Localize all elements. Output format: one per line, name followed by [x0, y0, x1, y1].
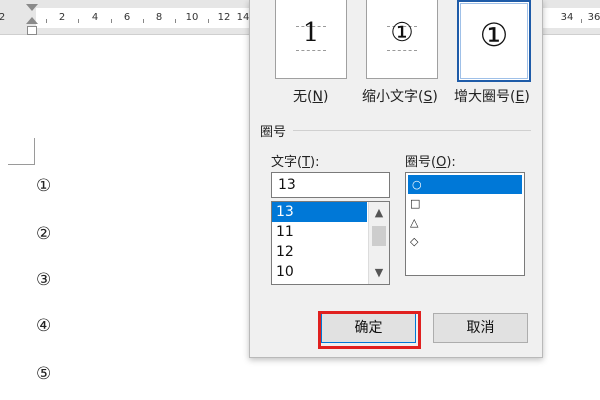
label-text: 缩小文字( — [362, 89, 424, 105]
style-shrink-label[interactable]: 缩小文字(S) — [362, 86, 438, 106]
label-text: 无( — [293, 89, 313, 105]
access-key: T — [302, 155, 311, 170]
cancel-button[interactable]: 取消 — [433, 313, 528, 343]
ruler-label: 6 — [123, 12, 131, 23]
ruler-tick — [208, 19, 209, 23]
ruler-label: 36 — [587, 12, 600, 23]
scrollbar-thumb[interactable] — [372, 226, 386, 246]
enclosure-field-label: 圈号(O): — [405, 151, 456, 170]
document-line[interactable]: ② — [36, 224, 51, 244]
section-divider — [293, 130, 531, 131]
style-shrink-preview: ① — [390, 18, 414, 48]
label-text: ) — [432, 89, 438, 105]
list-item[interactable]: 12 — [272, 242, 367, 262]
ruler-label: 8 — [155, 12, 163, 23]
text-field-label: 文字(T): — [271, 151, 319, 170]
ruler-label: 14 — [236, 12, 250, 23]
page-margin-corner — [8, 138, 35, 165]
enclosure-circle-option[interactable]: ○ — [408, 175, 522, 194]
label-text: 圈号( — [405, 155, 437, 170]
text-input[interactable]: 13 — [271, 172, 390, 198]
label-text: 增大圈号( — [454, 89, 516, 105]
ruler-tick — [175, 19, 176, 23]
document-line[interactable]: ⑤ — [36, 364, 51, 384]
style-enlarge-label[interactable]: 增大圈号(E) — [454, 86, 530, 106]
list-item[interactable]: 11 — [272, 222, 367, 242]
enclose-characters-dialog: 1 ① ① 无(N) 缩小文字(S) 增大圈号(E) 圈号 文字(T): 13 … — [249, 0, 543, 358]
section-title: 圈号 — [260, 125, 287, 140]
ruler-tick — [78, 19, 79, 23]
label-text: 文字( — [271, 155, 303, 170]
hanging-indent-handle[interactable] — [26, 17, 38, 24]
access-key: N — [312, 89, 323, 105]
ruler-tick — [143, 19, 144, 23]
ruler-label: 34 — [560, 12, 574, 23]
label-text: ): — [446, 155, 456, 170]
list-item[interactable]: 13 — [272, 202, 367, 222]
ruler-label: 2 — [0, 12, 6, 23]
tile-guide-line — [296, 50, 326, 51]
left-indent-handle[interactable] — [27, 26, 37, 35]
document-line[interactable]: ① — [36, 176, 51, 196]
text-options-list[interactable]: 13 11 12 10 ▲ ▼ — [271, 201, 390, 285]
access-key: E — [515, 89, 525, 105]
document-line[interactable]: ④ — [36, 316, 51, 336]
ruler-label: 4 — [91, 12, 99, 23]
style-none-preview: 1 — [302, 18, 320, 48]
access-key: O — [436, 155, 447, 170]
tile-guide-line — [387, 50, 417, 51]
indent-marker[interactable] — [26, 4, 38, 40]
ok-button-highlight — [318, 311, 421, 349]
list-item[interactable]: 10 — [272, 262, 367, 282]
ruler-tick — [111, 19, 112, 23]
document-line[interactable]: ③ — [36, 270, 51, 290]
enclosure-triangle-option[interactable]: △ — [406, 213, 524, 232]
list-scrollbar[interactable]: ▲ ▼ — [368, 202, 389, 284]
ruler-label: 2 — [58, 12, 66, 23]
style-enlarge-preview: ① — [479, 16, 509, 54]
enclosure-options-list[interactable]: ○ □ △ ◇ — [405, 172, 525, 276]
style-none-tile[interactable]: 1 — [275, 0, 347, 79]
label-text: ) — [524, 89, 530, 105]
enclosure-diamond-option[interactable]: ◇ — [406, 232, 524, 251]
first-line-indent-handle[interactable] — [26, 4, 38, 11]
style-enlarge-symbol-tile[interactable]: ① — [457, 0, 531, 82]
ruler-label: 10 — [185, 12, 199, 23]
style-none-label[interactable]: 无(N) — [293, 86, 328, 106]
ruler-tick — [46, 19, 47, 23]
label-text: ): — [310, 155, 320, 170]
chevron-down-icon[interactable]: ▼ — [369, 264, 389, 282]
chevron-up-icon[interactable]: ▲ — [369, 204, 389, 222]
label-text: ) — [322, 89, 329, 105]
ruler-label: 12 — [217, 12, 231, 23]
style-shrink-text-tile[interactable]: ① — [366, 0, 438, 79]
ruler-tick — [581, 19, 582, 23]
enclosure-square-option[interactable]: □ — [406, 194, 524, 213]
